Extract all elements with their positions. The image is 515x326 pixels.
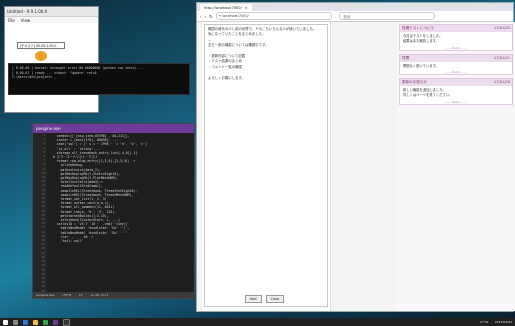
- post-date: 17/01/21: [493, 55, 510, 60]
- tab-close-icon[interactable]: ×: [245, 6, 248, 10]
- form-buttons: Add Clear: [245, 295, 285, 303]
- post-card: 質問 17/01/21 問題なく動いています。 —— Reply ——: [399, 53, 513, 76]
- browser-tabbar: http://localhost:7000/ ×: [197, 3, 513, 11]
- address-text: ← localhost:7000/: [218, 14, 249, 18]
- post-title[interactable]: 投稿テストについて: [402, 26, 434, 31]
- search-box[interactable]: ⌕ 検索: [338, 12, 435, 20]
- editor-titlebar: pengine.exe: [33, 124, 194, 133]
- post-card: 更新のお知らせ 17/01/20 新しい機能を追加しました。 詳しくはページを見…: [399, 78, 513, 105]
- post-header: 質問 17/01/21: [400, 54, 512, 62]
- reload-icon[interactable]: ↻: [209, 14, 212, 19]
- post-date: 17/01/20: [493, 80, 510, 85]
- reply-link[interactable]: —— Reply ——: [400, 70, 512, 74]
- terminal-window[interactable]: [ 8.00.00 ] kernel: Uncaught error 00-00…: [8, 63, 190, 95]
- terminal-taskbar-icon[interactable]: [63, 318, 70, 326]
- code-area[interactable]: senddo=[['[msg_item,03390] , 04,211]], s…: [49, 133, 194, 292]
- status-encoding[interactable]: UTF-8: [62, 293, 71, 297]
- browser-tab[interactable]: http://localhost:7000/ ×: [200, 4, 252, 11]
- add-button-label: Add: [250, 297, 257, 301]
- post-header: 投稿テストについて 17/01/22: [400, 25, 512, 32]
- editor-statusbar: pengine.exe UTF-8 LF Ln 26, Col 1: [33, 292, 194, 298]
- code-line: 'tail: null': [49, 239, 84, 244]
- message-text: 戦国の時代の少し前の世界で、そのころいろんな人が続いていました。 気になっていた…: [208, 27, 317, 80]
- tool-window: Untitled - 9.9.1.00.0 File View [テキスト] 0…: [4, 6, 99, 113]
- reply-link[interactable]: —— Reply ——: [400, 46, 512, 50]
- status-cursor[interactable]: Ln 26, Col 1: [91, 293, 109, 297]
- status-eol[interactable]: LF: [79, 293, 82, 297]
- add-button[interactable]: Add: [245, 295, 262, 303]
- post-date: 17/01/22: [493, 26, 510, 30]
- terminal-line: C:\Users\dev\project> _: [12, 75, 57, 80]
- browser-toolbar: ‹ › ↻ ← localhost:7000/ ⌕ 検索: [197, 11, 513, 22]
- post-body: 問題なく動いています。: [403, 63, 439, 68]
- address-bar[interactable]: ← localhost:7000/: [215, 12, 332, 20]
- post-body: 今日はテストをしました。 結果はまた報告します。: [403, 34, 443, 43]
- flow-node[interactable]: [テキスト] 00.00.1.00.0: [17, 42, 65, 49]
- post-header: 更新のお知らせ 17/01/20: [400, 79, 512, 87]
- taskbar: 17:51 2017/01/22: [0, 318, 515, 326]
- clear-button[interactable]: Clear: [265, 295, 285, 303]
- code-editor-window: pengine.exe 1 2 3 4 5 6 7 8 9 10 11 12 13 14 15 16 17 18 1…: [32, 123, 195, 299]
- clock-date: 2017/01/22: [494, 320, 512, 324]
- tab-title: http://localhost:7000/: [204, 5, 242, 10]
- start-icon[interactable]: [3, 319, 8, 325]
- menu-file[interactable]: File: [8, 18, 15, 23]
- browser-window: http://localhost:7000/ × ‹ › ↻ ← localho…: [196, 2, 515, 312]
- editor-taskbar-icon[interactable]: [53, 319, 58, 325]
- post-title[interactable]: 質問: [402, 56, 409, 61]
- back-icon[interactable]: ‹: [200, 14, 202, 19]
- post-body: 新しい機能を追加しました。 詳しくはページを見てください。: [403, 88, 453, 98]
- forward-icon[interactable]: ›: [205, 14, 207, 19]
- post-card: 投稿テストについて 17/01/22 今日はテストをしました。 結果はまた報告し…: [399, 24, 513, 51]
- flow-node-icon: [35, 51, 47, 61]
- tool-window-titlebar: Untitled - 9.9.1.00.0: [5, 7, 98, 17]
- post-title[interactable]: 更新のお知らせ: [402, 80, 427, 85]
- edge-icon[interactable]: [23, 319, 28, 325]
- tool-window-menubar: File View: [5, 17, 98, 23]
- chrome-taskbar-icon[interactable]: [43, 319, 48, 325]
- line-number-gutter: 1 2 3 4 5 6 7 8 9 10 11 12 13 14 15 16 17 18 19 20 21 22 23 24 2…: [33, 133, 47, 298]
- reply-link[interactable]: —— Reply ——: [400, 100, 512, 104]
- tool-window-title: Untitled - 9.9.1.00.0: [7, 9, 48, 14]
- search-taskbar-icon[interactable]: [13, 319, 18, 325]
- posts-pane: 投稿テストについて 17/01/22 今日はテストをしました。 結果はまた報告し…: [397, 22, 515, 311]
- clock-time: 17:51: [480, 320, 489, 324]
- explorer-taskbar-icon[interactable]: [33, 319, 38, 325]
- editor-title: pengine.exe: [36, 126, 61, 131]
- left-pane: 戦国の時代の少し前の世界で、そのころいろんな人が続いていました。 気になっていた…: [202, 22, 331, 311]
- flow-node-label: [テキスト] 00.00.1.00.0: [20, 44, 57, 48]
- system-clock[interactable]: 17:51 2017/01/22: [480, 320, 512, 324]
- message-textarea[interactable]: 戦国の時代の少し前の世界で、そのころいろんな人が続いていました。 気になっていた…: [204, 24, 328, 307]
- clear-button-label: Clear: [270, 297, 280, 301]
- search-placeholder: 検索: [343, 14, 351, 19]
- menu-view[interactable]: View: [21, 18, 31, 23]
- status-file: pengine.exe: [36, 293, 55, 297]
